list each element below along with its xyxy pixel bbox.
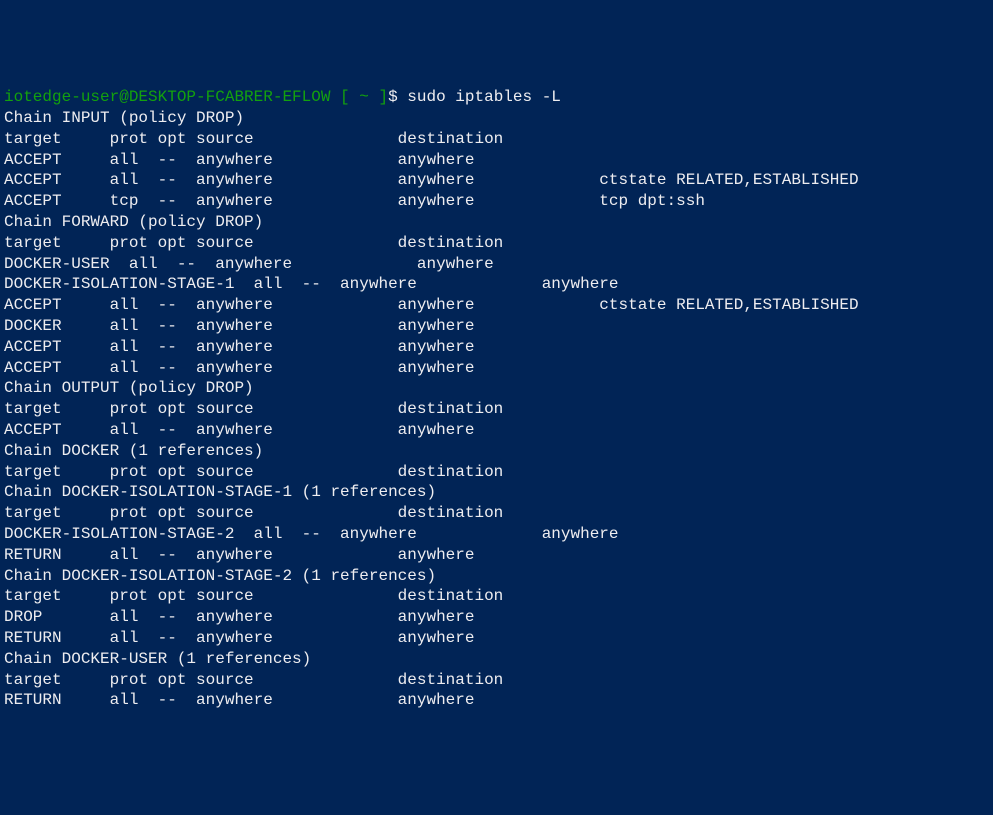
chain-header: Chain DOCKER (1 references) xyxy=(4,441,989,462)
prompt-close: ] xyxy=(369,88,388,106)
command-text: sudo iptables -L xyxy=(407,88,561,106)
prompt-path: ~ xyxy=(359,88,369,106)
chain-header: Chain DOCKER-ISOLATION-STAGE-2 (1 refere… xyxy=(4,566,989,587)
chain-columns: target prot opt source destination xyxy=(4,586,989,607)
rule-row: ACCEPT all -- anywhere anywhere ctstate … xyxy=(4,170,989,191)
rule-row: DOCKER-ISOLATION-STAGE-2 all -- anywhere… xyxy=(4,524,989,545)
chain-columns: target prot opt source destination xyxy=(4,462,989,483)
chain-header: Chain DOCKER-USER (1 references) xyxy=(4,649,989,670)
chain-columns: target prot opt source destination xyxy=(4,233,989,254)
chain-columns: target prot opt source destination xyxy=(4,670,989,691)
chain-columns: target prot opt source destination xyxy=(4,503,989,524)
chain-columns: target prot opt source destination xyxy=(4,129,989,150)
prompt-user-host: iotedge-user@DESKTOP-FCABRER-EFLOW xyxy=(4,88,330,106)
rule-row: DOCKER-ISOLATION-STAGE-1 all -- anywhere… xyxy=(4,274,989,295)
rule-row: ACCEPT all -- anywhere anywhere ctstate … xyxy=(4,295,989,316)
rule-row: ACCEPT tcp -- anywhere anywhere tcp dpt:… xyxy=(4,191,989,212)
prompt-dollar: $ xyxy=(388,88,407,106)
rule-row: ACCEPT all -- anywhere anywhere xyxy=(4,150,989,171)
chain-header: Chain DOCKER-ISOLATION-STAGE-1 (1 refere… xyxy=(4,482,989,503)
prompt-open: [ xyxy=(330,88,359,106)
rule-row: ACCEPT all -- anywhere anywhere xyxy=(4,420,989,441)
rule-row: RETURN all -- anywhere anywhere xyxy=(4,628,989,649)
terminal-output: Chain INPUT (policy DROP)target prot opt… xyxy=(4,108,989,711)
rule-row: RETURN all -- anywhere anywhere xyxy=(4,545,989,566)
chain-header: Chain OUTPUT (policy DROP) xyxy=(4,378,989,399)
rule-row: RETURN all -- anywhere anywhere xyxy=(4,690,989,711)
prompt-line[interactable]: iotedge-user@DESKTOP-FCABRER-EFLOW [ ~ ]… xyxy=(4,87,989,108)
rule-row: ACCEPT all -- anywhere anywhere xyxy=(4,337,989,358)
chain-header: Chain FORWARD (policy DROP) xyxy=(4,212,989,233)
rule-row: DOCKER-USER all -- anywhere anywhere xyxy=(4,254,989,275)
chain-columns: target prot opt source destination xyxy=(4,399,989,420)
rule-row: ACCEPT all -- anywhere anywhere xyxy=(4,358,989,379)
rule-row: DOCKER all -- anywhere anywhere xyxy=(4,316,989,337)
chain-header: Chain INPUT (policy DROP) xyxy=(4,108,989,129)
rule-row: DROP all -- anywhere anywhere xyxy=(4,607,989,628)
